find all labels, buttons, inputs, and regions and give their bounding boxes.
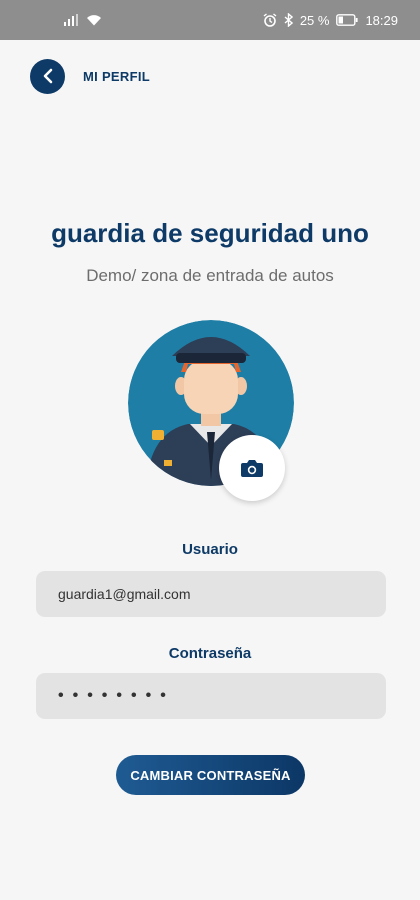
camera-icon	[240, 458, 264, 478]
signal-icon	[64, 14, 78, 26]
status-left	[64, 14, 102, 26]
change-photo-button[interactable]	[219, 435, 285, 501]
change-password-button[interactable]: CAMBIAR CONTRASEÑA	[116, 755, 305, 795]
user-label: Usuario	[182, 541, 238, 558]
alarm-icon	[263, 13, 277, 27]
bluetooth-icon	[284, 13, 293, 27]
battery-percentage: 25 %	[299, 12, 330, 28]
chevron-left-icon	[41, 68, 55, 84]
clock: 18:29	[365, 12, 398, 28]
status-bar: 25 % 18:29	[0, 0, 420, 40]
user-field[interactable]: guardia1@gmail.com	[36, 571, 386, 617]
password-label: Contraseña	[168, 645, 252, 662]
password-field[interactable]: ••••••••	[36, 673, 386, 719]
battery-icon	[336, 14, 359, 26]
header: MI PERFIL	[30, 58, 150, 94]
profile-name: guardia de seguridad uno	[51, 218, 369, 248]
wifi-icon	[86, 14, 102, 26]
back-button[interactable]	[30, 58, 65, 94]
page-title: MI PERFIL	[83, 68, 150, 84]
profile-zone: Demo/ zona de entrada de autos	[86, 266, 334, 285]
status-right: 25 % 18:29	[263, 13, 398, 28]
